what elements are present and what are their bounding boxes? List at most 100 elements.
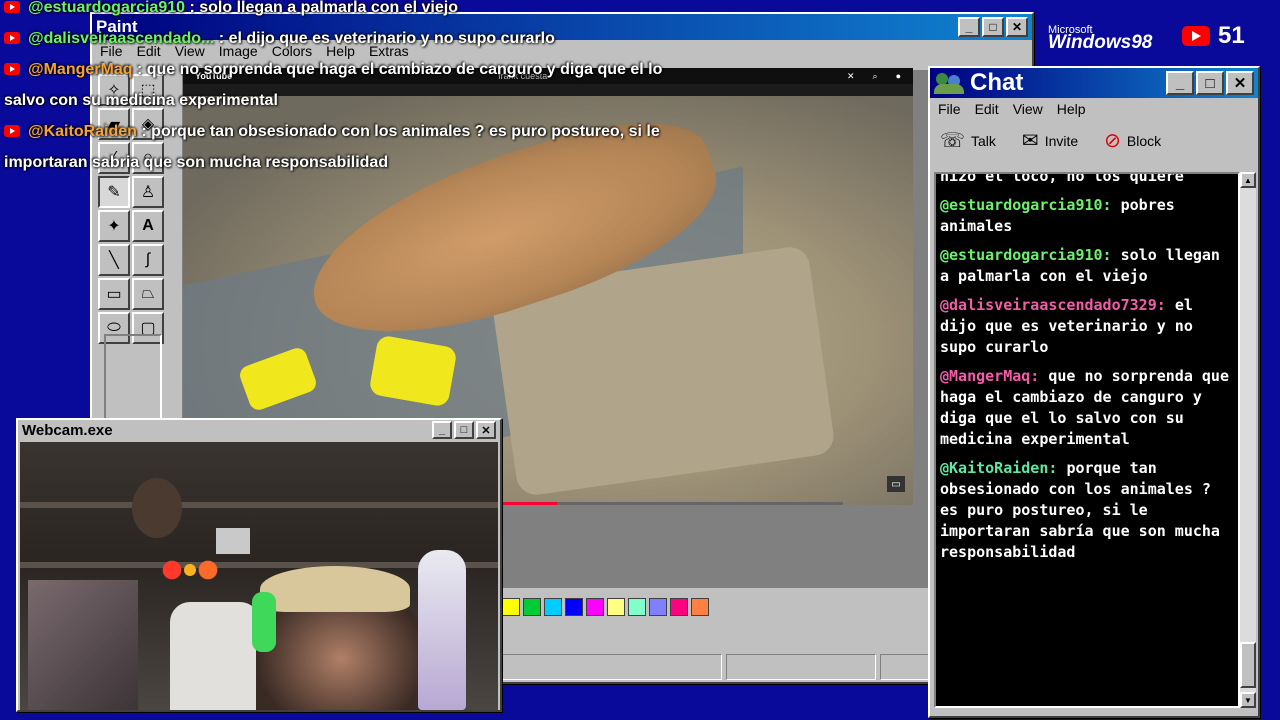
teddy-bear [132,478,182,538]
search-query[interactable]: frank cuesta [498,71,547,81]
pencil-icon[interactable]: ✎ [98,176,130,208]
magnifier-icon[interactable]: ○ [132,142,164,174]
maximize-button[interactable]: □ [454,421,474,439]
menu-help[interactable]: Help [1057,101,1086,117]
block-icon: ⊘ [1104,130,1121,152]
webcam-title: Webcam.exe [22,421,113,439]
scroll-thumb[interactable] [1240,642,1256,688]
progress-fill [503,502,558,505]
menu-image[interactable]: Image [219,43,258,59]
color-swatch[interactable] [502,598,520,616]
line-icon[interactable]: ╲ [98,244,130,276]
close-button[interactable]: ✕ [1006,17,1028,37]
color-swatch[interactable] [628,598,646,616]
paint-title: Paint [96,17,138,36]
menu-file[interactable]: File [938,101,961,117]
youtube-icon [4,63,20,75]
color-swatch[interactable] [670,598,688,616]
tool-options-box[interactable] [104,334,162,424]
mic-icon[interactable]: ● [896,71,901,82]
viewer-counter: 51 [1182,22,1245,50]
color-palette [502,598,709,616]
menu-help[interactable]: Help [326,43,355,59]
close-button[interactable]: ✕ [476,421,496,439]
youtube-header: YouTube frank cuesta ✕ ⌕ ● [183,68,913,84]
menu-edit[interactable]: Edit [137,43,161,59]
color-swatch[interactable] [586,598,604,616]
toy-balls [160,560,220,580]
paint-toolbox: ✧ ⬚ ▰ ◈ ⁄ ○ ✎ ♙ ✦ A ╲ ∫ ▭ ⏢ ⬭ ▢ [98,74,166,344]
eraser-icon[interactable]: ▰ [98,108,130,140]
poster [28,580,138,710]
play-button-plaque [216,528,250,554]
rect-select-icon[interactable]: ⬚ [132,74,164,106]
color-swatch[interactable] [649,598,667,616]
menu-extras[interactable]: Extras [369,43,409,59]
menu-edit[interactable]: Edit [975,101,999,117]
scroll-up-icon[interactable]: ▲ [1240,172,1256,188]
paint-statusbar [502,654,930,680]
clear-search-icon[interactable]: ✕ [847,71,855,82]
color-swatch[interactable] [544,598,562,616]
webcam-titlebar[interactable]: Webcam.exe _ □ ✕ [18,420,500,440]
invite-button[interactable]: ✉ Invite [1022,128,1078,153]
youtube-logo[interactable]: YouTube [195,71,232,81]
video-progress-bar[interactable] [503,502,843,505]
webcam-feed [20,442,498,710]
viewer-count: 51 [1218,22,1245,49]
maximize-button[interactable]: □ [1196,71,1224,95]
youtube-icon [4,32,20,44]
invite-label: Invite [1044,132,1079,149]
shelf [20,502,498,508]
menu-file[interactable]: File [100,43,123,59]
chat-message: @estuardogarcia910: pobres animales [940,195,1234,237]
chat-titlebar[interactable]: Chat _ □ ✕ [930,68,1258,98]
talk-button[interactable]: ☏ Talk [940,128,996,153]
free-select-icon[interactable]: ✧ [98,74,130,106]
color-swatch[interactable] [565,598,583,616]
windows98-label: Windows98 [1048,32,1153,53]
chat-menubar: File Edit View Help [930,98,1258,120]
chat-people-icon [934,71,964,95]
curve-icon[interactable]: ∫ [132,244,164,276]
polygon-icon[interactable]: ⏢ [132,278,164,310]
chat-log[interactable]: hizo el loco, no los quiere @estuardogar… [934,172,1240,708]
youtube-icon [1182,26,1210,46]
brush-icon[interactable]: ♙ [132,176,164,208]
minimize-button[interactable]: _ [958,17,980,37]
paint-menubar: File Edit View Image Colors Help Extras [92,40,1032,62]
picker-icon[interactable]: ⁄ [98,142,130,174]
cap [260,566,410,612]
maximize-button[interactable]: □ [982,17,1004,37]
chat-window: Chat _ □ ✕ File Edit View Help ☏ Talk ✉ In… [928,66,1260,718]
chat-title: Chat [970,69,1024,96]
color-swatch[interactable] [691,598,709,616]
minimize-button[interactable]: _ [1166,71,1194,95]
menu-view[interactable]: View [175,43,205,59]
text-icon[interactable]: A [132,210,164,242]
close-button[interactable]: ✕ [1226,71,1254,95]
menu-colors[interactable]: Colors [272,43,312,59]
chat-message: @KaitoRaiden: porque tan obsesionado con… [940,458,1234,563]
search-icon[interactable]: ⌕ [873,71,878,82]
color-swatch[interactable] [523,598,541,616]
windows98-logo: Microsoft Windows98 [1048,24,1152,54]
chat-scrollbar[interactable]: ▲ ▼ [1240,172,1256,708]
green-headset [252,592,276,652]
airbrush-icon[interactable]: ✦ [98,210,130,242]
chat-username: @dalisveiraascendado7329: [940,296,1166,314]
chat-username: @KaitoRaiden: [940,459,1058,477]
chat-partial-line: hizo el loco, no los quiere [940,172,1184,185]
chat-username: @MangerMaq: [940,367,1040,385]
paint-titlebar[interactable]: Paint _ □ ✕ [92,14,1032,40]
fill-icon[interactable]: ◈ [132,108,164,140]
block-button[interactable]: ⊘ Block [1104,128,1161,153]
color-swatch[interactable] [607,598,625,616]
scroll-down-icon[interactable]: ▼ [1240,692,1256,708]
status-cell-main [502,654,722,680]
minimize-button[interactable]: _ [432,421,452,439]
rectangle-icon[interactable]: ▭ [98,278,130,310]
chat-username: @estuardogarcia910: [940,246,1112,264]
theater-mode-icon[interactable]: ▭ [887,476,905,492]
menu-view[interactable]: View [1013,101,1043,117]
